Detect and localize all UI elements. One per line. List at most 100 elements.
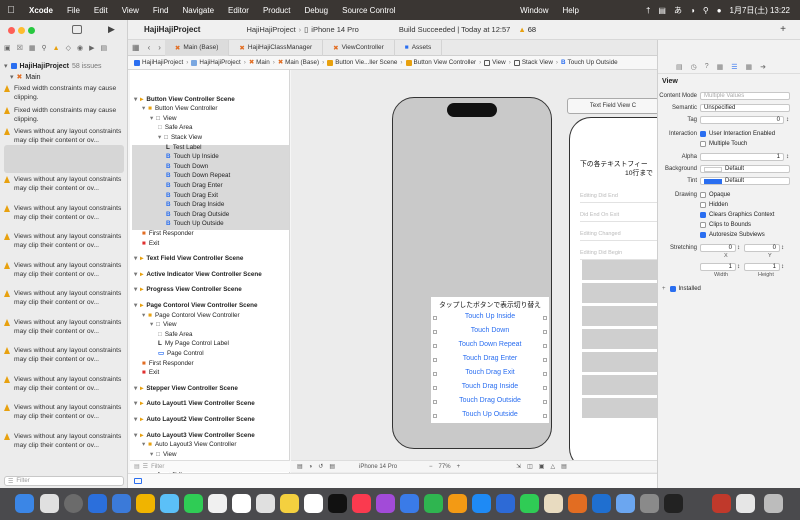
disclosure-icon[interactable]: ▾ bbox=[134, 255, 137, 262]
messages-icon[interactable] bbox=[184, 494, 203, 513]
disclosure-open-icon[interactable]: ▾ bbox=[10, 73, 14, 81]
autoresize-checkbox[interactable] bbox=[700, 232, 706, 238]
resize-handle-icon[interactable] bbox=[543, 316, 547, 320]
zoom-out-button[interactable]: − bbox=[429, 464, 433, 470]
outline-toggle-icon[interactable]: ▤ bbox=[297, 463, 303, 470]
terminal-icon[interactable] bbox=[664, 494, 683, 513]
facetime-icon[interactable] bbox=[520, 494, 539, 513]
disclosure-icon[interactable]: ▾ bbox=[150, 451, 153, 458]
disclosure-icon[interactable]: ▾ bbox=[142, 105, 145, 112]
canvas-button[interactable]: Touch Drag Exit bbox=[431, 369, 549, 376]
dictionary-icon[interactable] bbox=[544, 494, 563, 513]
menu-view[interactable]: View bbox=[115, 6, 146, 15]
outline-row[interactable]: ■ First Responder bbox=[142, 228, 194, 238]
disclosure-open-icon[interactable]: ▾ bbox=[4, 62, 8, 70]
disclosure-icon[interactable]: ▾ bbox=[134, 432, 137, 439]
photos-icon[interactable] bbox=[208, 494, 227, 513]
sidebar-toggle-icon[interactable]: ▤ bbox=[134, 463, 140, 470]
sidebar-toggle-icon[interactable] bbox=[72, 25, 82, 34]
menu-editor[interactable]: Editor bbox=[221, 6, 256, 15]
stretch-height-field[interactable]: 1 bbox=[744, 263, 780, 271]
books-icon[interactable] bbox=[568, 494, 587, 513]
zoom-window-button[interactable] bbox=[28, 27, 35, 34]
outline-row[interactable]: ▾ ■ Button View Controller bbox=[142, 104, 218, 114]
update-frames-icon[interactable]: ⇲ bbox=[516, 463, 521, 470]
preview-icon[interactable] bbox=[616, 494, 635, 513]
outline-scene-row[interactable]: ▾ ▸ Stepper View Controller Scene bbox=[134, 383, 238, 393]
stepper-icon[interactable]: ↕ bbox=[737, 264, 740, 270]
attributes-inspector-icon[interactable]: ☰ bbox=[731, 63, 737, 71]
outline-row[interactable]: ▾ □ View bbox=[150, 320, 177, 330]
outline-scene-row[interactable]: ▾ ▸ Auto Layout2 View Controller Scene bbox=[134, 414, 255, 424]
jump-button[interactable]: B Touch Up Outside bbox=[559, 59, 620, 66]
debug-area-toggle-icon[interactable] bbox=[134, 478, 142, 484]
text-field[interactable]: Editing Did Begin bbox=[580, 247, 657, 260]
podcasts-icon[interactable] bbox=[376, 494, 395, 513]
menu-debug[interactable]: Debug bbox=[298, 6, 336, 15]
menu-source-control[interactable]: Source Control bbox=[335, 6, 402, 15]
text-field-vc-phone-frame[interactable]: 下の各テキストフィー 10行まで Editing Did End Did End … bbox=[569, 117, 657, 470]
mail-icon[interactable] bbox=[160, 494, 179, 513]
disclosure-icon[interactable]: ▾ bbox=[142, 312, 145, 319]
tab-main-base[interactable]: ✖ Main (Base) bbox=[164, 39, 230, 56]
canvas-button[interactable]: Touch Up Inside bbox=[431, 313, 549, 320]
tint-color-select[interactable]: Default bbox=[700, 177, 790, 185]
test-navigator-icon[interactable]: ◇ bbox=[66, 44, 71, 52]
canvas-button[interactable]: Touch Down Repeat bbox=[431, 341, 549, 348]
safari-icon[interactable] bbox=[88, 494, 107, 513]
jump-view[interactable]: View bbox=[482, 59, 508, 66]
disclosure-icon[interactable]: ▾ bbox=[134, 385, 137, 392]
device-selector[interactable]: iPhone 14 Pro bbox=[359, 464, 397, 470]
resize-handle-icon[interactable] bbox=[433, 372, 437, 376]
orientation-icon[interactable]: ↺ bbox=[318, 463, 323, 470]
resize-handle-icon[interactable] bbox=[543, 386, 547, 390]
background-color-select[interactable]: Default bbox=[700, 165, 790, 173]
project-navigator-icon[interactable]: ▣ bbox=[4, 44, 11, 52]
pages-icon[interactable] bbox=[448, 494, 467, 513]
issue-item[interactable]: Fixed width constraints may cause clippi… bbox=[4, 84, 124, 102]
user-interaction-checkbox[interactable] bbox=[700, 131, 706, 137]
tag-field[interactable]: 0 bbox=[700, 116, 784, 124]
resize-handle-icon[interactable] bbox=[543, 358, 547, 362]
menu-product[interactable]: Product bbox=[256, 6, 298, 15]
disclosure-icon[interactable]: ▾ bbox=[134, 302, 137, 309]
outline-scene-row[interactable]: ▾ ▸ Progress View Controller Scene bbox=[134, 285, 242, 295]
menu-clock[interactable]: 1月7日(土) 13:22 bbox=[730, 5, 790, 16]
outline-scene-row[interactable]: ▾ ▸ Auto Layout3 View Controller Scene bbox=[134, 430, 255, 440]
music-icon[interactable] bbox=[352, 494, 371, 513]
disclosure-icon[interactable]: ▾ bbox=[142, 441, 145, 448]
outline-row[interactable]: B Touch Drag Enter bbox=[166, 180, 223, 190]
add-library-button[interactable]: + bbox=[780, 24, 786, 35]
semantic-select[interactable]: Unspecified bbox=[700, 104, 790, 112]
disclosure-icon[interactable]: ▾ bbox=[134, 400, 137, 407]
resize-handle-icon[interactable] bbox=[433, 386, 437, 390]
multiple-touch-checkbox[interactable] bbox=[700, 141, 706, 147]
issue-item[interactable]: Views without any layout constraints may… bbox=[4, 261, 124, 279]
outline-row[interactable]: ▭ Page Control bbox=[158, 348, 204, 358]
spotlight-search-icon[interactable]: ⚲ bbox=[703, 6, 709, 15]
warning-badge[interactable]: ▲ 68 bbox=[518, 25, 536, 34]
stretch-width-field[interactable]: 1 bbox=[700, 263, 736, 271]
identity-inspector-icon[interactable]: ▦ bbox=[717, 63, 724, 71]
device-config-icon[interactable]: ▤ bbox=[329, 463, 335, 470]
apple-icon[interactable]:  bbox=[0, 5, 22, 16]
jump-group[interactable]: HajiHajiProject bbox=[189, 59, 242, 66]
clips-to-bounds-checkbox[interactable] bbox=[700, 222, 706, 228]
alpha-field[interactable]: 1 bbox=[700, 153, 784, 161]
issues-group-main[interactable]: ▾ ✖ Main bbox=[10, 73, 41, 82]
stepper-icon[interactable]: ↕ bbox=[786, 117, 789, 123]
issue-item[interactable]: Views without any layout constraints may… bbox=[4, 232, 124, 250]
jump-project[interactable]: HajiHajiProject bbox=[132, 59, 185, 66]
issue-item[interactable]: Views without any layout constraints may… bbox=[4, 175, 124, 193]
vscode-icon[interactable] bbox=[592, 494, 611, 513]
scheme-selector[interactable]: HajiHajiProject › ▯ iPhone 14 Pro bbox=[246, 25, 358, 34]
issue-item[interactable]: Views without any layout constraints may… bbox=[4, 127, 124, 145]
menu-app[interactable]: Xcode bbox=[22, 6, 60, 15]
jump-view-controller[interactable]: Button View Controller bbox=[404, 59, 479, 66]
disclosure-icon[interactable]: ▾ bbox=[134, 271, 137, 278]
outline-scene-row[interactable]: ▾ ▸ Text Field View Controller Scene bbox=[134, 254, 243, 264]
text-field[interactable]: Did End On Exit bbox=[580, 209, 657, 222]
outline-row[interactable]: B Touch Drag Exit bbox=[166, 190, 218, 200]
symbol-navigator-icon[interactable]: ▦ bbox=[29, 44, 36, 52]
app-icon[interactable] bbox=[712, 494, 731, 513]
